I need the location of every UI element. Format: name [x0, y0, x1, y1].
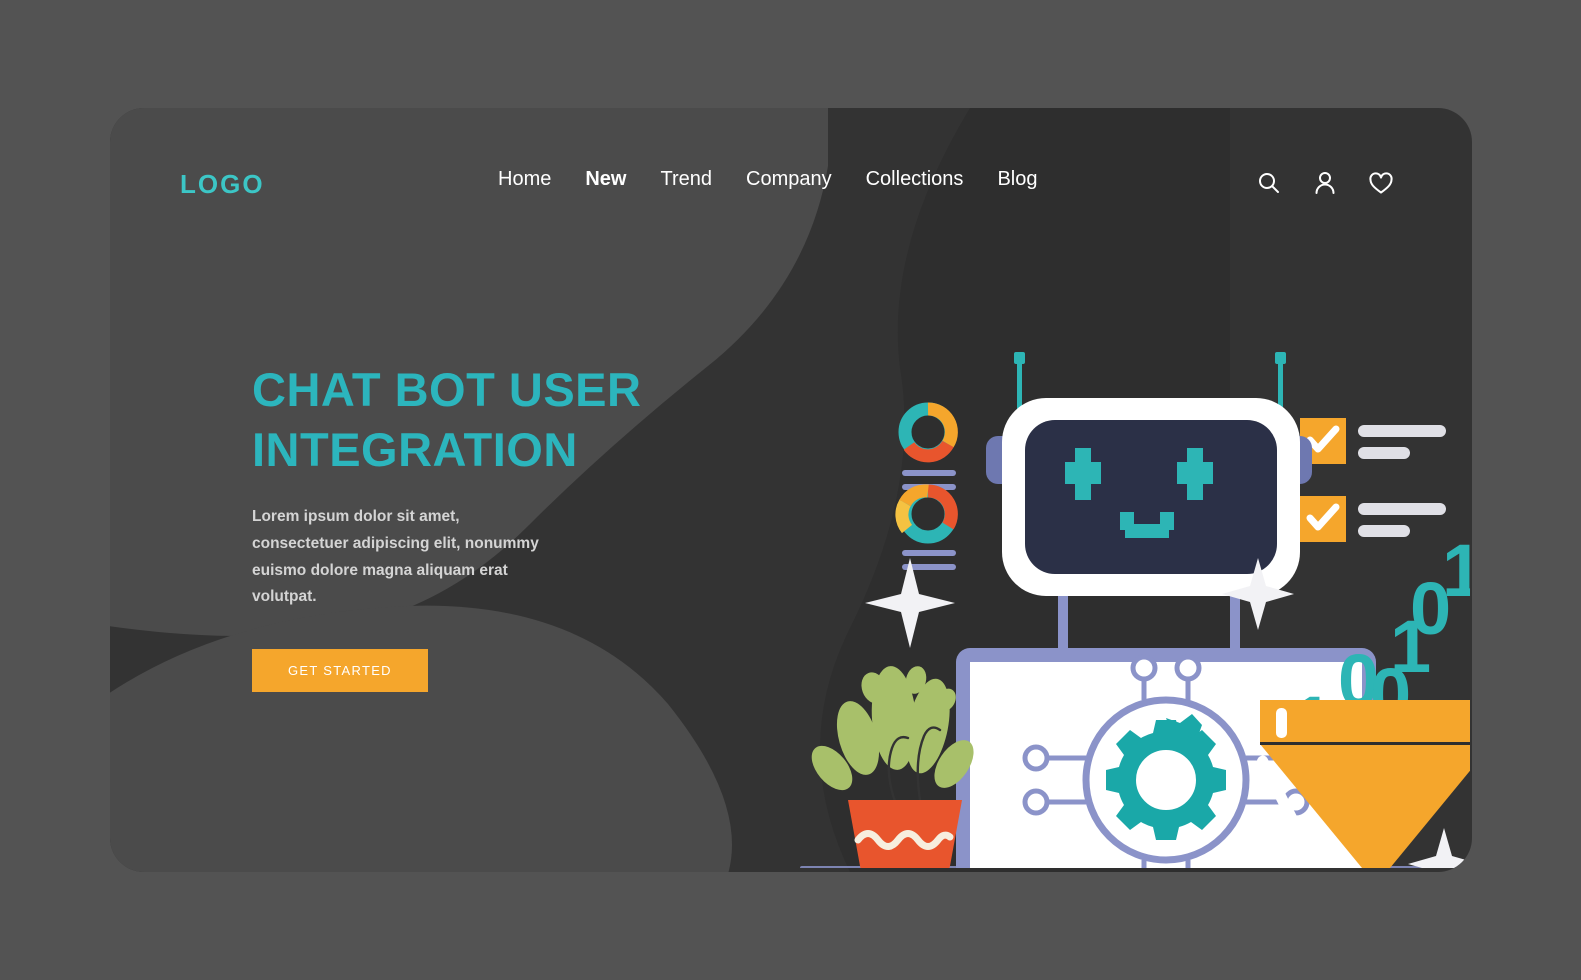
checklist-bar-long-2 — [1358, 503, 1446, 515]
donut-chart-top — [898, 402, 958, 463]
donut-chart-bottom — [895, 484, 958, 544]
page-root: LOGO Home New Trend Company Collections … — [0, 0, 1581, 980]
robot-neck-left — [1058, 596, 1068, 656]
chatbot-illustration-svg: 1 0 1 0 1 0 — [800, 352, 1470, 868]
checklist-bar-short-2 — [1358, 525, 1410, 537]
funnel-divider — [1260, 742, 1470, 745]
checklist-bar-short-1 — [1358, 447, 1410, 459]
nav-item-blog[interactable]: Blog — [997, 168, 1037, 191]
hero-body-text: Lorem ipsum dolor sit amet, consectetuer… — [252, 508, 539, 606]
nav-item-trend[interactable]: Trend — [660, 168, 712, 191]
funnel-highlight-top — [1276, 708, 1287, 738]
checklist-item-1[interactable] — [1300, 418, 1446, 464]
hero-illustration: 1 0 1 0 1 0 — [770, 248, 1470, 868]
main-navigation: Home New Trend Company Collections Blog — [498, 168, 1037, 191]
nav-item-company[interactable]: Company — [746, 168, 832, 191]
binary-digit-5: 0 — [1410, 567, 1451, 650]
robot-head — [1002, 398, 1300, 596]
robot-neck-right — [1230, 596, 1240, 656]
user-icon[interactable] — [1312, 170, 1338, 196]
donut-top-bar-1 — [902, 470, 956, 476]
checklist-bar-long-1 — [1358, 425, 1446, 437]
nav-item-collections[interactable]: Collections — [866, 168, 964, 191]
hero-content: CHAT BOT USER INTEGRATION Lorem ipsum do… — [252, 360, 722, 692]
page-title: CHAT BOT USER INTEGRATION — [252, 360, 722, 480]
nav-item-new[interactable]: New — [585, 168, 626, 191]
header-icon-group — [1256, 170, 1394, 196]
potted-plant — [811, 666, 974, 868]
logo[interactable]: LOGO — [180, 169, 265, 200]
site-header: LOGO Home New Trend Company Collections … — [110, 156, 1472, 212]
search-icon[interactable] — [1256, 170, 1282, 196]
headline-line-1: CHAT BOT USER — [252, 363, 642, 416]
headline-line-2: INTEGRATION — [252, 423, 578, 477]
hero-card: LOGO Home New Trend Company Collections … — [110, 108, 1472, 872]
heart-icon[interactable] — [1368, 170, 1394, 196]
sparkle-left — [865, 558, 955, 648]
nav-item-home[interactable]: Home — [498, 168, 551, 191]
checklist-item-2[interactable] — [1300, 496, 1446, 542]
get-started-button[interactable]: GET STARTED — [252, 648, 428, 692]
donut-bottom-bar-1 — [902, 550, 956, 556]
